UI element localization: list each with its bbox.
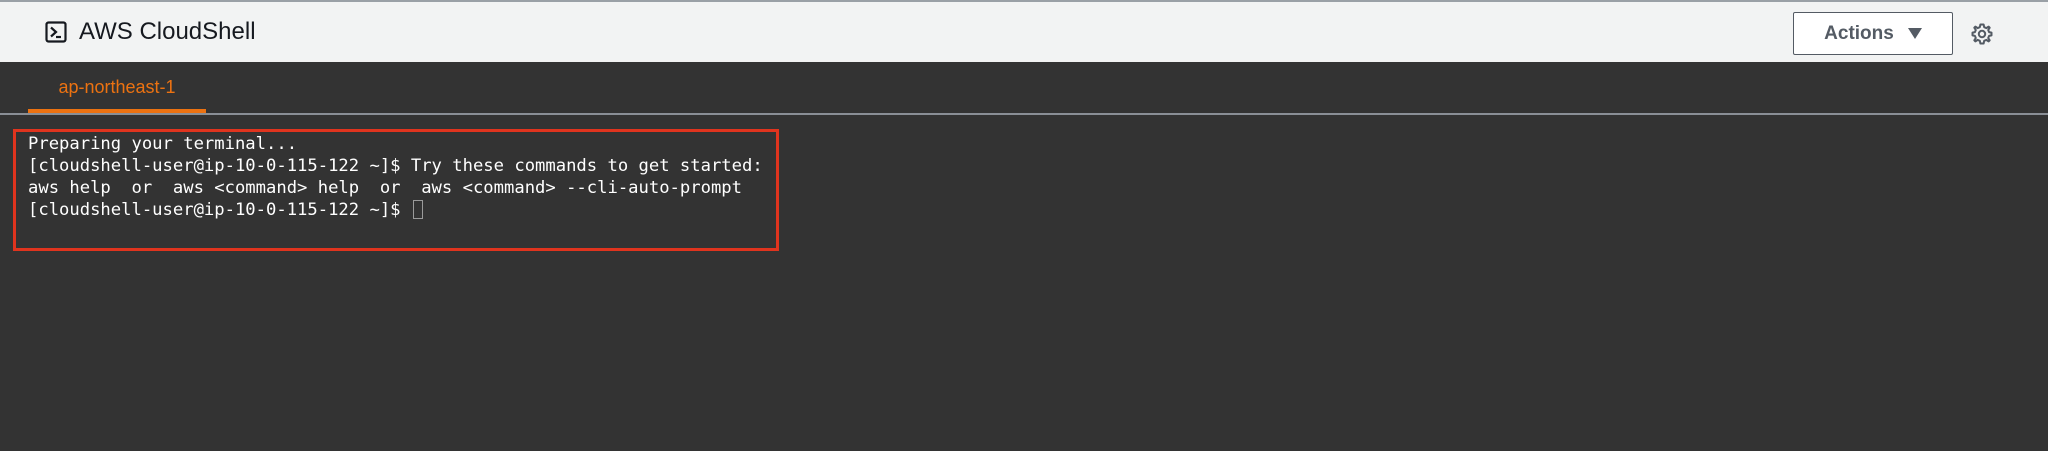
terminal-prompt: [cloudshell-user@ip-10-0-115-122 ~]$	[28, 200, 411, 220]
brand: AWS CloudShell	[45, 16, 256, 48]
actions-button[interactable]: Actions	[1793, 12, 1953, 55]
caret-down-icon	[1907, 28, 1922, 39]
terminal-cursor	[412, 200, 423, 219]
terminal-line: Preparing your terminal...	[28, 134, 298, 154]
terminal-prompt-line[interactable]: [cloudshell-user@ip-10-0-115-122 ~]$	[28, 199, 423, 221]
tab-bar: ap-northeast-1	[0, 62, 2048, 115]
top-bar: AWS CloudShell Actions	[0, 0, 2048, 62]
terminal-icon	[45, 21, 67, 43]
actions-button-label: Actions	[1824, 22, 1894, 44]
terminal-line: aws help or aws <command> help or aws <c…	[28, 178, 742, 198]
terminal-line: [cloudshell-user@ip-10-0-115-122 ~]$ Try…	[28, 156, 763, 176]
gear-icon[interactable]	[1970, 22, 1994, 46]
tab-ap-northeast-1[interactable]: ap-northeast-1	[28, 62, 206, 113]
app-title: AWS CloudShell	[79, 18, 256, 45]
